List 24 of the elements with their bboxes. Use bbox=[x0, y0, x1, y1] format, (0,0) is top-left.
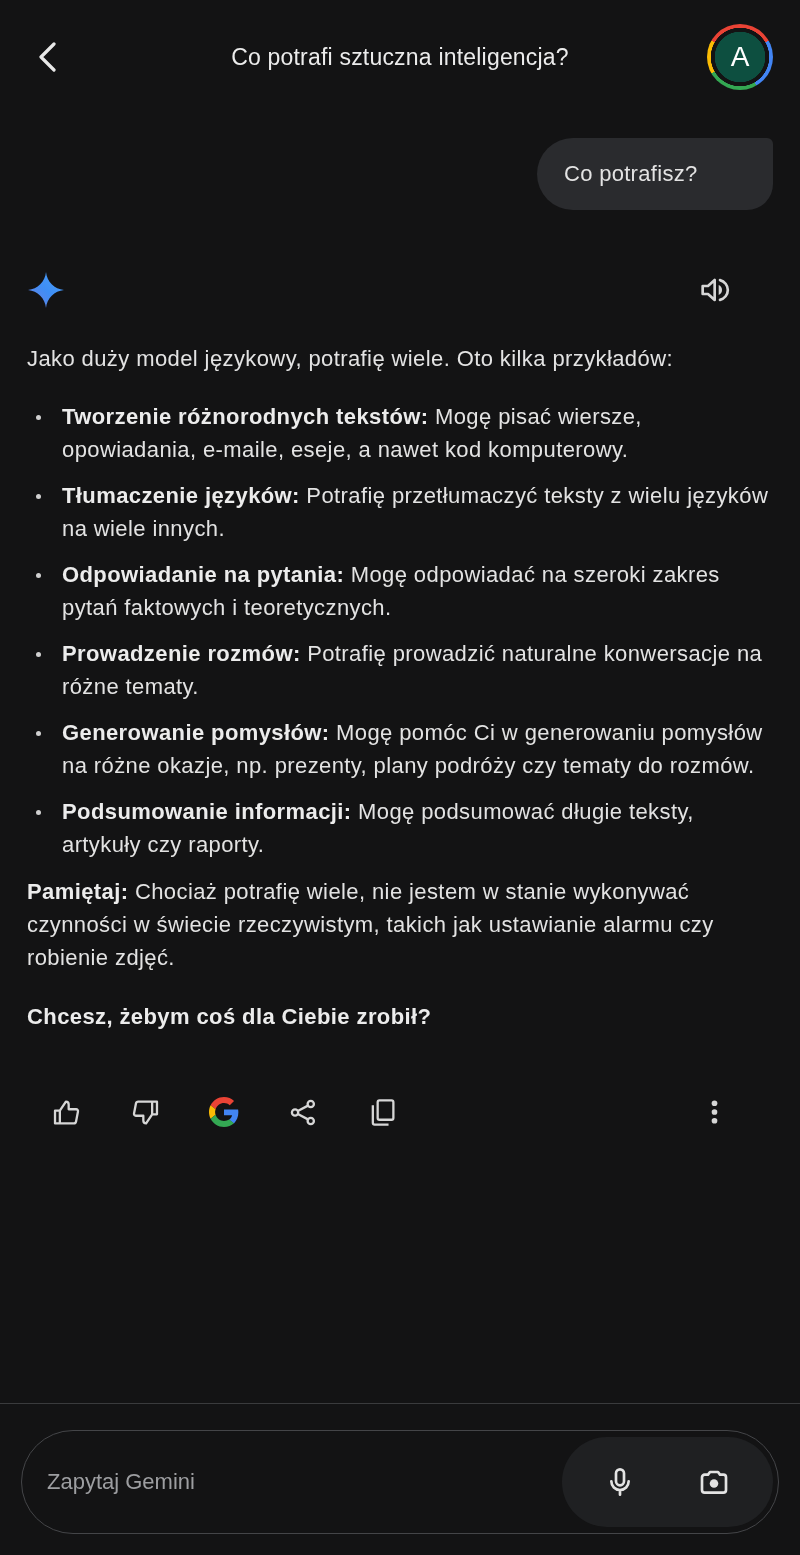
list-item-text: Podsumowanie informacji: Mogę podsumować długie teksty, artykuły czy raporty. bbox=[62, 798, 695, 859]
bullet-icon bbox=[36, 573, 41, 578]
chat-title: Co potrafi sztuczna inteligencja? bbox=[231, 43, 569, 71]
user-message-bubble: Co potrafisz? bbox=[537, 138, 773, 210]
account-avatar[interactable]: A bbox=[707, 24, 773, 90]
list-item-text: Generowanie pomysłów: Mogę pomóc Ci w generowaniu pomysłów na różne okazje, np. prezenty, plany podróży czy tematy do rozmów. bbox=[62, 719, 764, 780]
response-note: Pamiętaj: Chociaż potrafię wiele, nie jestem w stanie wykonywać czynności w świecie rzeczywistym, takich jak ustawianie alarmu czy robienie zdjęć. bbox=[27, 878, 715, 972]
prompt-input[interactable]: Zapytaj Gemini bbox=[47, 1431, 552, 1533]
bullet-icon bbox=[36, 494, 41, 499]
sparkle-icon bbox=[28, 272, 64, 308]
more-vertical-icon bbox=[710, 1100, 718, 1124]
bullet-icon bbox=[36, 415, 41, 420]
bullet-icon bbox=[36, 652, 41, 657]
bullet-icon bbox=[36, 810, 41, 815]
bullet-icon bbox=[36, 731, 41, 736]
list-item-text: Tworzenie różnorodnych tekstów: Mogę pisać wiersze, opowiadania, e-maile, eseje, a nawet kod komputerowy. bbox=[62, 403, 643, 464]
google-g-icon bbox=[209, 1097, 239, 1127]
thumbs-down-icon bbox=[130, 1097, 160, 1127]
list-item-text: Tłumaczenie języków: Potrafię przetłumaczyć teksty z wielu języków na wiele innych. bbox=[62, 482, 770, 543]
share-icon bbox=[288, 1097, 318, 1127]
response-intro: Jako duży model językowy, potrafię wiele. Oto kilka przykładów: bbox=[27, 345, 674, 373]
list-item-text: Prowadzenie rozmów: Potrafię prowadzić naturalne konwersacje na różne tematy. bbox=[62, 640, 764, 701]
response-question: Chcesz, żebym coś dla Ciebie zrobił? bbox=[27, 1003, 433, 1031]
list-item-text: Odpowiadanie na pytania: Mogę odpowiadać na szeroki zakres pytań faktowych i teoretycznych. bbox=[62, 561, 721, 622]
